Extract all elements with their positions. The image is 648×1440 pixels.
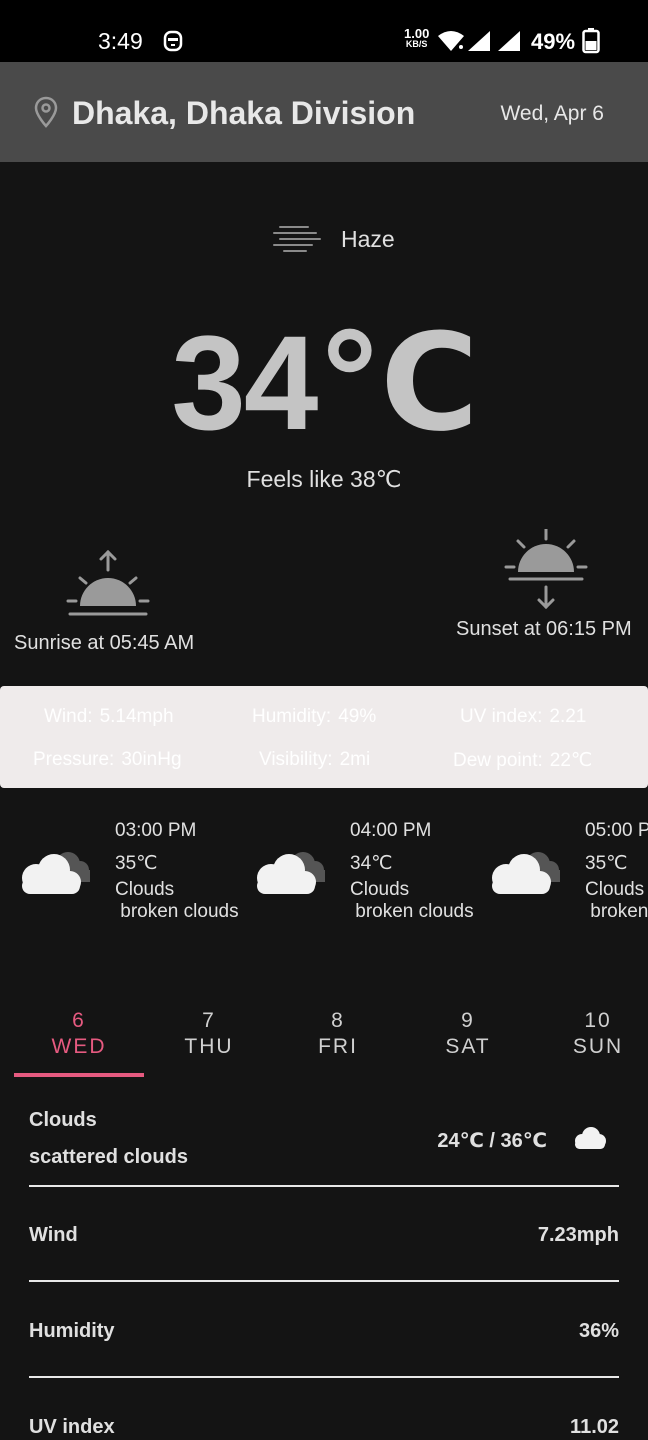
tab-day-sun[interactable]: 10 SUN — [533, 1005, 648, 1077]
daily-wind-value: 7.23mph — [537, 1224, 619, 1246]
detail-dew-point: Dew point: 22℃ — [453, 750, 593, 771]
signal-icon — [468, 31, 490, 51]
daily-wind-row: Wind 7.23mph — [29, 1187, 619, 1282]
daily-humidity-value: 36% — [578, 1320, 619, 1342]
location-name: Dhaka, Dhaka Division — [72, 95, 416, 131]
detail-uv-index: UV index: 2.21 — [460, 706, 587, 727]
sunrise-icon — [66, 549, 150, 616]
hourly-temp: 35℃ — [585, 853, 628, 874]
sunset-time: Sunset at 06:15 PM — [456, 618, 632, 640]
sunrise-time: Sunrise at 05:45 AM — [14, 632, 195, 654]
cloud-icon — [22, 852, 90, 894]
current-temperature: 34℃ — [171, 309, 478, 458]
tab-day-number: 8 — [331, 1009, 345, 1032]
hourly-description: broken clouds — [350, 901, 474, 922]
battery-percent: 49% — [531, 29, 576, 54]
cloud-icon — [492, 852, 560, 894]
daily-wind-label: Wind — [29, 1224, 78, 1246]
cloud-icon — [257, 852, 325, 894]
tab-day-number: 10 — [584, 1009, 612, 1032]
current-date: Wed, Apr 6 — [500, 102, 604, 125]
hourly-condition: Clouds — [115, 879, 175, 900]
daily-description: scattered clouds — [29, 1146, 188, 1168]
status-time: 3:49 — [98, 28, 143, 54]
sunset-icon — [504, 529, 588, 610]
tab-day-number: 7 — [202, 1009, 216, 1032]
tab-day-thu[interactable]: 7 THU — [144, 1005, 274, 1077]
current-condition: Haze — [0, 222, 648, 258]
feels-like: Feels like 38℃ — [246, 466, 402, 492]
hourly-item[interactable]: 03:00 PM 35℃ Clouds broken clouds — [0, 820, 239, 930]
tab-day-name: THU — [184, 1035, 234, 1058]
status-bar: 3:49 1.00 KB/S 49% — [0, 0, 648, 62]
tab-day-wed[interactable]: 6 WED — [14, 1005, 144, 1077]
tab-day-fri[interactable]: 8 FRI — [273, 1005, 403, 1077]
detail-pressure: Pressure: 30inHg — [33, 749, 182, 770]
detail-humidity: Humidity: 49% — [252, 706, 377, 727]
day-tabs: 6 WED 7 THU 8 FRI 9 SAT 10 SUN — [14, 1005, 648, 1077]
tab-day-sat[interactable]: 9 SAT — [403, 1005, 533, 1077]
daily-condition-row: Clouds scattered clouds 24℃ / 36℃ — [29, 1105, 619, 1187]
tab-day-name: FRI — [318, 1035, 358, 1058]
hourly-time: 05:00 PM — [585, 820, 648, 841]
hourly-condition: Clouds — [585, 879, 645, 900]
daily-temp-range: 24℃ / 36℃ — [437, 1130, 547, 1152]
daily-humidity-row: Humidity 36% — [29, 1282, 619, 1378]
daily-uv-value: 11.02 — [570, 1416, 619, 1438]
network-speed: 1.00 KB/S — [404, 26, 430, 49]
hourly-condition: Clouds — [350, 879, 410, 900]
detail-visibility: Visibility: 2mi — [259, 749, 371, 770]
daily-condition: Clouds — [29, 1109, 97, 1131]
hourly-temp: 35℃ — [115, 853, 158, 874]
cloud-icon — [575, 1127, 606, 1149]
haze-icon — [273, 226, 321, 252]
wifi-icon — [438, 31, 464, 51]
daily-uv-label: UV index — [29, 1416, 115, 1438]
battery-icon — [582, 28, 600, 54]
tab-day-name: SAT — [445, 1035, 491, 1058]
tab-day-number: 9 — [461, 1009, 475, 1032]
tab-day-name: WED — [51, 1035, 107, 1058]
robot-notification-icon — [163, 30, 183, 52]
hourly-description: broken clouds — [590, 901, 648, 922]
tab-day-number: 6 — [72, 1009, 86, 1032]
location-pin-icon — [34, 96, 58, 128]
daily-uv-row: UV index 11.02 — [29, 1378, 619, 1440]
hourly-temp: 34℃ — [350, 853, 393, 874]
hourly-item[interactable]: 04:00 PM 34℃ Clouds broken clouds — [235, 820, 474, 930]
hourly-time: 04:00 PM — [350, 820, 432, 841]
weather-details-panel: Wind: 5.14mph Humidity: 49% UV index: 2.21 … — [0, 686, 648, 788]
condition-text: Haze — [341, 226, 395, 252]
location-header[interactable]: Dhaka, Dhaka Division Wed, Apr 6 — [0, 62, 648, 162]
hourly-item[interactable]: 05:00 PM 35℃ Clouds broken clouds — [470, 820, 648, 930]
hourly-time: 03:00 PM — [115, 820, 197, 841]
tab-day-name: SUN — [572, 1035, 624, 1058]
hourly-description: broken clouds — [115, 901, 239, 922]
signal-icon — [498, 31, 520, 51]
detail-wind: Wind: 5.14mph — [44, 706, 174, 727]
daily-humidity-label: Humidity — [29, 1320, 115, 1342]
